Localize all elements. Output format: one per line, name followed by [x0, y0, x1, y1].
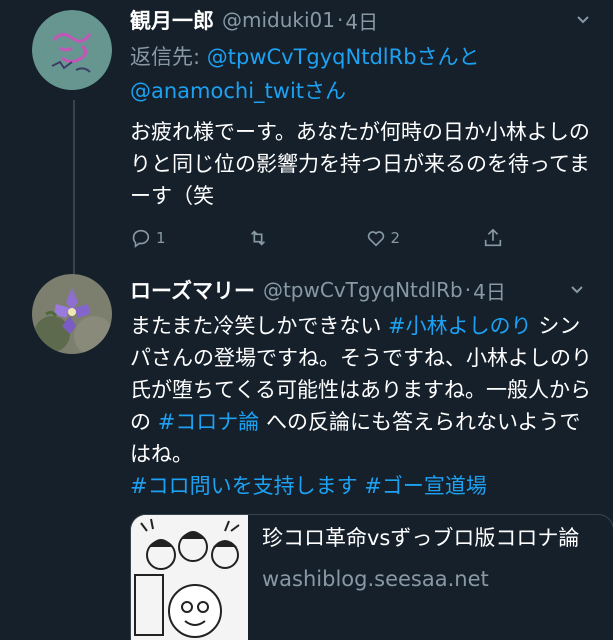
avatar[interactable]	[32, 10, 112, 90]
replying-to: 返信先: @tpwCvTgyqNtdlRbさんと @anamochi_twitさ…	[130, 40, 599, 108]
tweet-header: 観月一郎 @miduki01 · 4日	[130, 0, 599, 40]
tweet-actions: 1 2	[130, 222, 599, 254]
display-name[interactable]: 観月一郎	[130, 5, 214, 35]
separator-dot: ·	[464, 278, 472, 302]
reply-prefix: 返信先:	[130, 45, 207, 69]
retweet-icon	[251, 230, 266, 246]
hashtag-link[interactable]: #コロ問いを支持します	[130, 474, 358, 498]
card-thumbnail	[131, 515, 248, 640]
tweet-text: またまた冷笑しかできない #小林よしのり シンパさんの登場ですね。そうですね、小…	[130, 310, 599, 502]
timestamp[interactable]: 4日	[345, 6, 378, 35]
like-count: 2	[390, 229, 401, 247]
reply-icon	[132, 229, 150, 248]
chevron-down-icon[interactable]	[573, 10, 593, 30]
like-button[interactable]: 2	[365, 227, 482, 249]
reply-count: 1	[156, 229, 166, 247]
avatar[interactable]	[32, 274, 112, 354]
hashtag-link[interactable]: #小林よしのり	[388, 314, 532, 338]
separator-dot: ·	[337, 8, 344, 32]
display-name[interactable]: ローズマリー	[130, 275, 255, 305]
reply-mention-link[interactable]: @anamochi_twit	[130, 79, 304, 103]
thread-connector-line	[73, 100, 75, 275]
link-card[interactable]: 珍コロ革命vsずっブロ版コロナ論 washiblog.seesaa.net	[130, 514, 613, 640]
tweet-text-segment: またまた冷笑しかできない	[130, 314, 389, 338]
reply-mention-link[interactable]: @tpwCvTgyqNtdlRb	[207, 45, 417, 69]
reply-joiner: さんと	[416, 45, 480, 69]
card-title: 珍コロ革命vsずっブロ版コロナ論	[262, 526, 580, 550]
timeline: 観月一郎 @miduki01 · 4日 返信先: @tpwCvTgyqNtdlR…	[0, 0, 613, 640]
reply-suffix: さん	[304, 79, 347, 103]
hashtag-link[interactable]: #コロナ論	[158, 410, 260, 434]
share-icon	[484, 228, 501, 247]
hashtag-link[interactable]: #ゴー宣道場	[364, 474, 487, 498]
tweet-header: ローズマリー @tpwCvTgyqNtdlRb · 4日	[130, 270, 599, 310]
retweet-button[interactable]	[247, 227, 364, 249]
like-icon	[367, 231, 384, 247]
user-handle[interactable]: @miduki01	[222, 8, 335, 32]
tweet-text: お疲れ様でーす。あなたが何時の日か小林よしのりと同じ位の影響力を持つ日が来るのを…	[130, 120, 590, 208]
card-domain: washiblog.seesaa.net	[262, 567, 489, 591]
timestamp[interactable]: 4日	[473, 276, 506, 305]
chevron-down-icon[interactable]	[567, 280, 587, 300]
reply-button[interactable]: 1	[130, 227, 247, 249]
user-handle[interactable]: @tpwCvTgyqNtdlRb	[263, 278, 463, 302]
share-button[interactable]	[482, 227, 599, 249]
